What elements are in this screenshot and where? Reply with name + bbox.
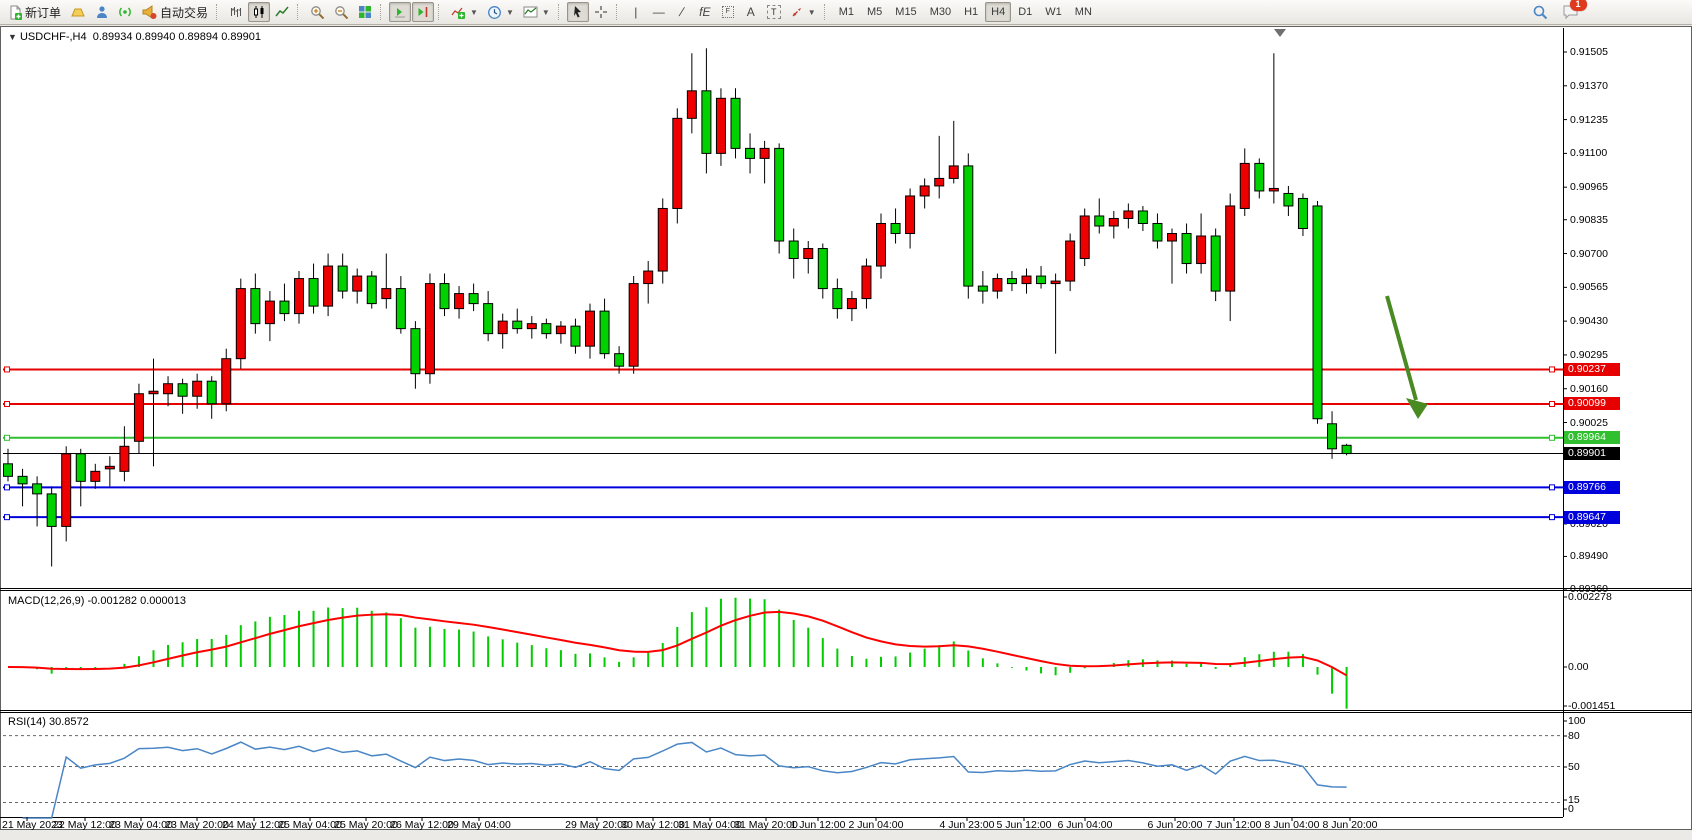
periods-button[interactable]: ▼ <box>483 2 518 22</box>
cursor-icon <box>571 5 585 19</box>
crosshair-button[interactable] <box>590 2 612 22</box>
toolbar-separator <box>438 4 443 20</box>
vertical-line-icon: | <box>634 5 637 19</box>
person-icon <box>95 5 109 19</box>
zoom-in-button[interactable] <box>306 2 329 22</box>
notification-badge: 1 <box>1570 0 1587 11</box>
timeframe-W1[interactable]: W1 <box>1039 2 1068 22</box>
text-label-icon: T <box>767 5 781 19</box>
new-order-button[interactable]: 新订单 <box>4 2 65 22</box>
zoom-in-icon <box>310 5 325 20</box>
zoom-out-icon <box>334 5 349 20</box>
text-label-button[interactable]: T <box>763 2 785 22</box>
tile-windows-button[interactable] <box>354 2 376 22</box>
timeframe-M30[interactable]: M30 <box>924 2 957 22</box>
text-icon: A <box>747 5 755 19</box>
horizontal-line-button[interactable]: — <box>648 2 670 22</box>
auto-scroll-icon <box>393 5 407 19</box>
autotrading-label: 自动交易 <box>160 4 208 21</box>
auto-scroll-button[interactable] <box>389 2 411 22</box>
timeframe-MN[interactable]: MN <box>1069 2 1098 22</box>
zoom-out-button[interactable] <box>330 2 353 22</box>
arrows-icon <box>790 5 804 19</box>
gold-ingot-icon <box>70 6 86 18</box>
equidistant-channel-button[interactable]: fE <box>694 2 716 22</box>
text-button[interactable]: A <box>740 2 762 22</box>
chart-shift-button[interactable] <box>412 2 434 22</box>
candlestick-icon <box>252 5 266 19</box>
timeframe-M5[interactable]: M5 <box>861 2 888 22</box>
toolbar-separator <box>824 4 829 20</box>
fibonacci-icon: F <box>722 6 734 18</box>
chevron-down-icon: ▼ <box>542 8 550 17</box>
chevron-down-icon: ▼ <box>506 8 514 17</box>
chart-window <box>0 26 1692 830</box>
new-order-icon <box>8 5 22 20</box>
templates-button[interactable]: ▼ <box>519 2 554 22</box>
timeframe-bar: M1M5M15M30H1H4D1W1MN <box>833 2 1098 22</box>
crosshair-icon <box>594 5 608 19</box>
toolbar-separator <box>558 4 563 20</box>
new-order-label: 新订单 <box>25 4 61 21</box>
search-button[interactable] <box>1528 2 1552 22</box>
chat-button[interactable]: 1 <box>1558 2 1584 22</box>
chevron-down-icon: ▼ <box>470 8 478 17</box>
line-chart-button[interactable] <box>271 2 293 22</box>
indicators-button[interactable]: ▼ <box>447 2 482 22</box>
horizontal-line-icon: — <box>653 5 665 19</box>
timeframe-H4[interactable]: H4 <box>985 2 1011 22</box>
chevron-down-icon: ▼ <box>808 8 816 17</box>
channel-icon: fE <box>699 5 710 19</box>
toolbar-separator <box>297 4 302 20</box>
timeframe-M1[interactable]: M1 <box>833 2 860 22</box>
arrows-button[interactable]: ▼ <box>786 2 820 22</box>
vertical-line-button[interactable]: | <box>625 2 647 22</box>
timeframe-D1[interactable]: D1 <box>1012 2 1038 22</box>
megaphone-icon <box>141 5 157 19</box>
bar-chart-icon <box>229 5 243 19</box>
trendline-button[interactable]: / <box>671 2 693 22</box>
toolbar-separator <box>380 4 385 20</box>
fibonacci-button[interactable]: F <box>717 2 739 22</box>
toolbar-separator <box>216 4 221 20</box>
chart-shift-icon <box>416 5 430 19</box>
cursor-button[interactable] <box>567 2 589 22</box>
time-axis[interactable] <box>0 817 1563 831</box>
deposit-button[interactable] <box>66 2 90 22</box>
indicators-icon <box>451 5 466 20</box>
clock-icon <box>487 5 502 20</box>
toolbar-separator <box>616 4 621 20</box>
autotrading-button[interactable]: 自动交易 <box>137 2 212 22</box>
tile-windows-icon <box>358 5 372 19</box>
signals-button[interactable] <box>114 2 136 22</box>
search-icon <box>1532 4 1548 20</box>
candlestick-chart-button[interactable] <box>248 2 270 22</box>
bar-chart-button[interactable] <box>225 2 247 22</box>
community-button[interactable] <box>91 2 113 22</box>
signal-icon <box>118 5 132 19</box>
trendline-icon: / <box>678 5 686 19</box>
timeframe-M15[interactable]: M15 <box>889 2 922 22</box>
main-toolbar: 新订单 自动交易 ▼ ▼ <box>0 0 1692 25</box>
template-icon <box>523 5 538 19</box>
price-axis[interactable] <box>1563 28 1692 817</box>
toolbar-right-group: 1 <box>1528 2 1688 22</box>
line-chart-icon <box>275 5 289 19</box>
timeframe-H1[interactable]: H1 <box>958 2 984 22</box>
